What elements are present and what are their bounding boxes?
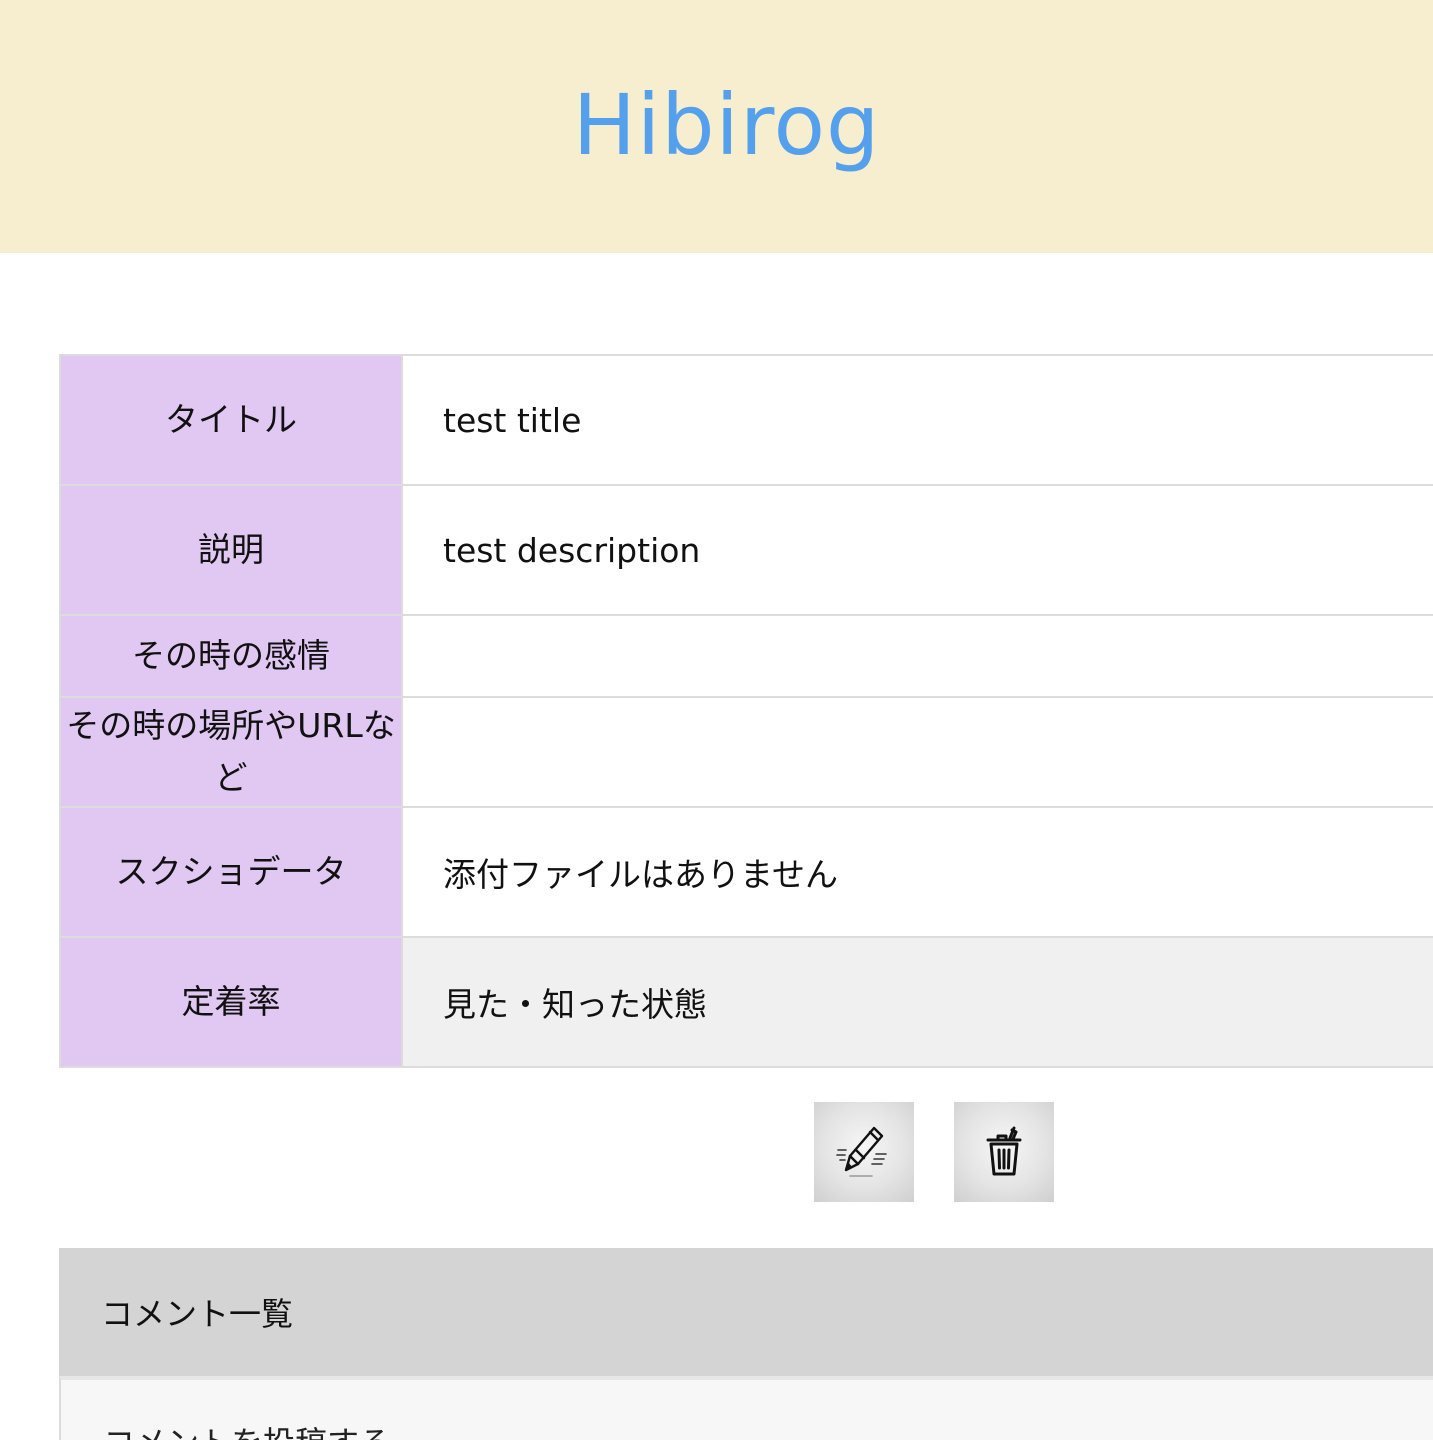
post-detail-table: タイトル test title 説明 test description その時の… (59, 354, 1433, 1068)
detail-row-description: 説明 test description (59, 484, 1433, 616)
detail-row-retention: 定着率 見た・知った状態 (59, 936, 1433, 1068)
detail-value-description: test description (401, 484, 1433, 616)
detail-value-screenshot: 添付ファイルはありません (401, 806, 1433, 938)
site-logo-title[interactable]: Hibirog (573, 76, 881, 174)
detail-row-title: タイトル test title (59, 354, 1433, 486)
trash-icon (986, 1126, 1022, 1176)
detail-value-retention: 見た・知った状態 (401, 936, 1433, 1068)
detail-label-screenshot: スクショデータ (59, 806, 403, 938)
pencil-icon (836, 1126, 887, 1177)
detail-label-retention: 定着率 (59, 936, 403, 1068)
post-actions (814, 1102, 1054, 1202)
detail-value-title: test title (401, 354, 1433, 486)
edit-button[interactable] (814, 1102, 914, 1202)
detail-row-location: その時の場所やURLなど (59, 696, 1433, 808)
comment-post-label[interactable]: コメントを投稿する (103, 1418, 391, 1440)
detail-label-emotion: その時の感情 (59, 614, 403, 698)
detail-row-emotion: その時の感情 (59, 614, 1433, 698)
detail-value-emotion (401, 614, 1433, 698)
detail-label-description: 説明 (59, 484, 403, 616)
comment-form: コメントを投稿する (59, 1376, 1433, 1440)
detail-row-screenshot: スクショデータ 添付ファイルはありません (59, 806, 1433, 938)
comments-header: コメント一覧 (59, 1248, 1433, 1376)
comments-section: コメント一覧 コメントを投稿する (59, 1248, 1433, 1440)
delete-button[interactable] (954, 1102, 1054, 1202)
detail-label-title: タイトル (59, 354, 403, 486)
site-header: Hibirog (0, 0, 1433, 253)
detail-label-location: その時の場所やURLなど (59, 696, 403, 808)
detail-value-location (401, 696, 1433, 808)
